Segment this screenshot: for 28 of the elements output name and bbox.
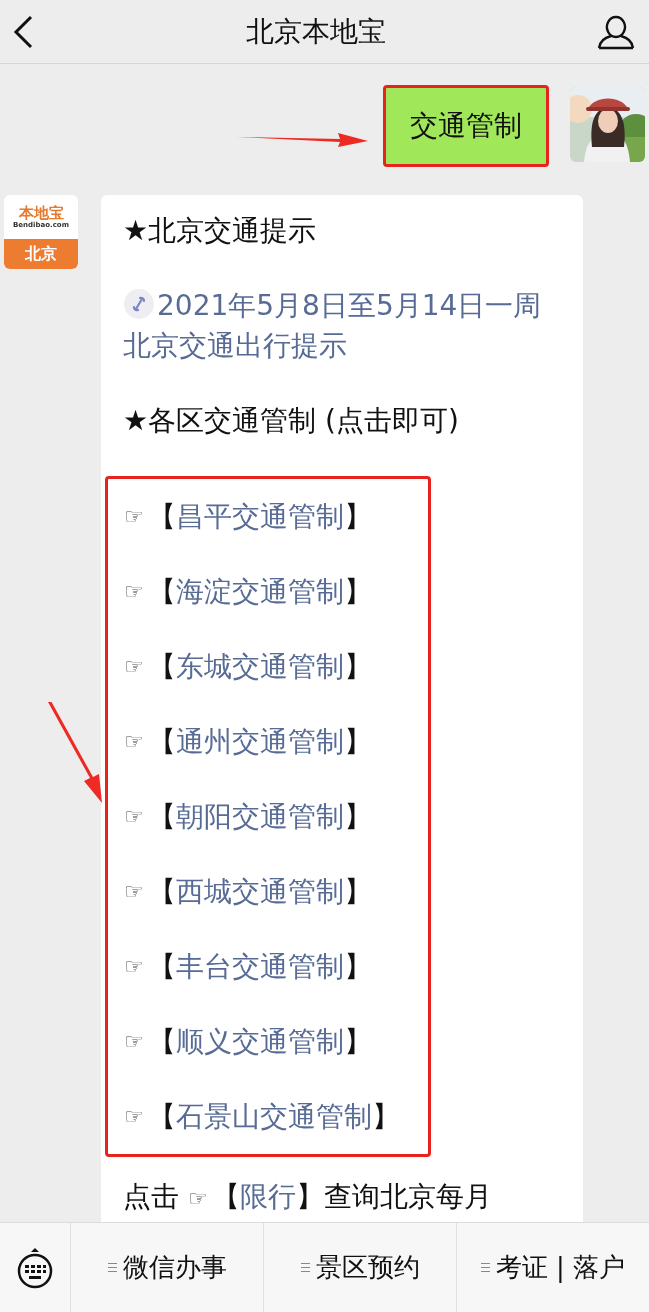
district-link[interactable]: ☞【昌平交通管制】 <box>124 479 400 554</box>
message-text: 点击 ☞【限行】查询北京每月 <box>123 1179 493 1215</box>
logo-city: 北京 <box>4 239 78 269</box>
menu-item[interactable]: 景区预约 <box>315 1250 420 1285</box>
link[interactable]: 限行 <box>239 1180 296 1213</box>
district-link[interactable]: ☞【丰台交通管制】 <box>124 929 400 1004</box>
district-link[interactable]: ☞【顺义交通管制】 <box>124 1004 400 1079</box>
district-link[interactable]: ☞【东城交通管制】 <box>124 629 400 704</box>
district-link[interactable]: ☞【石景山交通管制】 <box>124 1079 400 1154</box>
menu-icon <box>107 1263 117 1272</box>
district-link[interactable]: ☞【通州交通管制】 <box>124 704 400 779</box>
message-heading: ★北京交通提示 <box>123 213 318 249</box>
district-link[interactable]: ☞【西城交通管制】 <box>124 854 400 929</box>
district-link[interactable]: ☞【朝阳交通管制】 <box>124 779 400 854</box>
keyboard-icon[interactable] <box>16 1245 54 1290</box>
chat-title: 北京本地宝 <box>245 13 386 50</box>
section-heading: ★各区交通管制 (点击即可) <box>123 403 460 439</box>
menu-item[interactable]: 微信办事 <box>122 1250 227 1285</box>
menu-item[interactable]: 考证 | 落户 <box>495 1250 626 1285</box>
link-icon <box>123 288 155 320</box>
back-icon[interactable] <box>12 14 34 49</box>
menu-icon <box>300 1263 310 1272</box>
menu-icon <box>480 1263 490 1272</box>
district-link[interactable]: ☞【海淀交通管制】 <box>124 554 400 629</box>
logo-name: 本地宝 <box>18 204 64 221</box>
profile-icon[interactable] <box>597 13 635 50</box>
article-link[interactable]: 2021年5月8日至5月14日一周北京交通出行提示 <box>123 286 561 366</box>
message-bubble: 交通管制 <box>383 85 549 167</box>
